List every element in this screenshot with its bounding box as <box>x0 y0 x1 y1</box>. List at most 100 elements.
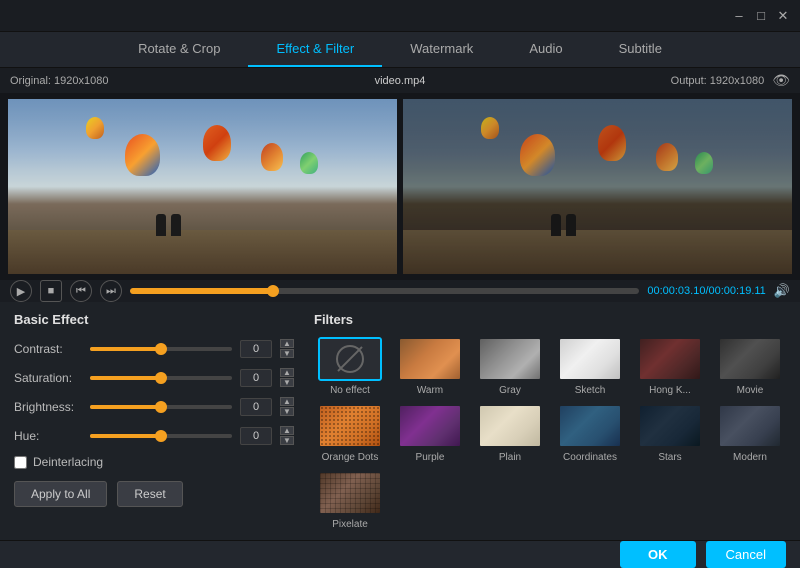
action-buttons: Apply to All Reset <box>14 481 294 507</box>
filter-name-warm: Warm <box>417 385 443 396</box>
filter-name-movie: Movie <box>737 385 764 396</box>
progress-thumb[interactable] <box>267 285 279 297</box>
filter-name-no-effect: No effect <box>330 385 370 396</box>
brightness-label: Brightness: <box>14 400 82 414</box>
original-label: Original: 1920x1080 <box>10 75 108 87</box>
stop-button[interactable]: ■ <box>40 280 62 302</box>
brightness-up[interactable]: ▲ <box>280 397 294 406</box>
filter-thumb-warm <box>398 337 462 381</box>
original-preview <box>8 99 397 274</box>
filter-thumb-pixelate <box>318 471 382 515</box>
filter-coordinates[interactable]: Coordinates <box>554 404 626 463</box>
balloon-3 <box>261 143 283 171</box>
playback-controls: ▶ ■ ⏮ ⏭ 00:00:03.10/00:00:19.11 🔊 <box>0 280 800 302</box>
saturation-down[interactable]: ▼ <box>280 378 294 387</box>
filter-thumb-sketch <box>558 337 622 381</box>
tab-rotate-crop[interactable]: Rotate & Crop <box>110 32 248 67</box>
hue-value[interactable] <box>240 427 272 445</box>
contrast-fill <box>90 347 161 351</box>
filter-name-modern: Modern <box>733 452 767 463</box>
filter-warm[interactable]: Warm <box>394 337 466 396</box>
tab-effect-filter[interactable]: Effect & Filter <box>248 32 382 67</box>
balloon-5 <box>86 117 104 139</box>
eye-icon[interactable]: 👁 <box>772 72 790 89</box>
brightness-row: Brightness: ▲ ▼ <box>14 397 294 416</box>
hue-up[interactable]: ▲ <box>280 426 294 435</box>
contrast-knob[interactable] <box>155 343 167 355</box>
saturation-value[interactable] <box>240 369 272 387</box>
output-preview <box>403 99 792 274</box>
brightness-value[interactable] <box>240 398 272 416</box>
filter-thumb-coordinates <box>558 404 622 448</box>
filter-name-stars: Stars <box>658 452 681 463</box>
bottom-bar: OK Cancel <box>0 540 800 568</box>
brightness-knob[interactable] <box>155 401 167 413</box>
title-bar: – □ ✕ <box>0 0 800 32</box>
saturation-knob[interactable] <box>155 372 167 384</box>
brightness-fill <box>90 405 161 409</box>
basic-effect-title: Basic Effect <box>14 312 294 327</box>
hue-slider[interactable] <box>90 434 232 438</box>
filter-thumb-hongkong <box>638 337 702 381</box>
filter-plain[interactable]: Plain <box>474 404 546 463</box>
no-effect-visual <box>320 339 380 379</box>
filter-stars[interactable]: Stars <box>634 404 706 463</box>
reset-button[interactable]: Reset <box>117 481 182 507</box>
brightness-spin: ▲ ▼ <box>280 397 294 416</box>
prev-button[interactable]: ⏮ <box>70 280 92 302</box>
brightness-down[interactable]: ▼ <box>280 407 294 416</box>
hue-down[interactable]: ▼ <box>280 436 294 445</box>
cancel-button[interactable]: Cancel <box>706 541 786 568</box>
balloon-2-out <box>598 125 626 161</box>
basic-effect-panel: Basic Effect Contrast: ▲ ▼ Saturation: <box>14 312 314 530</box>
bottom-panel: Basic Effect Contrast: ▲ ▼ Saturation: <box>0 302 800 540</box>
filter-movie[interactable]: Movie <box>714 337 786 396</box>
filename-label: video.mp4 <box>375 75 426 87</box>
progress-fill <box>130 288 273 294</box>
filter-thumb-plain <box>478 404 542 448</box>
filter-gray[interactable]: Gray <box>474 337 546 396</box>
filter-orange-dots[interactable]: Orange Dots <box>314 404 386 463</box>
saturation-slider[interactable] <box>90 376 232 380</box>
minimize-button[interactable]: – <box>730 7 748 25</box>
filter-purple[interactable]: Purple <box>394 404 466 463</box>
close-button[interactable]: ✕ <box>774 7 792 25</box>
original-scene <box>8 99 397 274</box>
tab-watermark[interactable]: Watermark <box>382 32 501 67</box>
volume-icon[interactable]: 🔊 <box>774 283 790 299</box>
tab-subtitle[interactable]: Subtitle <box>591 32 690 67</box>
main-content: Original: 1920x1080 video.mp4 Output: 19… <box>0 68 800 513</box>
ok-button[interactable]: OK <box>620 541 696 568</box>
preview-info-bar: Original: 1920x1080 video.mp4 Output: 19… <box>0 68 800 93</box>
apply-to-all-button[interactable]: Apply to All <box>14 481 107 507</box>
time-display: 00:00:03.10/00:00:19.11 <box>647 285 765 297</box>
hue-fill <box>90 434 161 438</box>
filter-modern[interactable]: Modern <box>714 404 786 463</box>
output-label: Output: 1920x1080 <box>671 75 765 87</box>
filter-name-coordinates: Coordinates <box>563 452 617 463</box>
hue-knob[interactable] <box>155 430 167 442</box>
saturation-fill <box>90 376 161 380</box>
filter-name-orange-dots: Orange Dots <box>322 452 379 463</box>
maximize-button[interactable]: □ <box>752 7 770 25</box>
filter-thumb-movie <box>718 337 782 381</box>
saturation-up[interactable]: ▲ <box>280 368 294 377</box>
filter-sketch[interactable]: Sketch <box>554 337 626 396</box>
filter-pixelate[interactable]: Pixelate <box>314 471 386 530</box>
play-button[interactable]: ▶ <box>10 280 32 302</box>
filter-name-hongkong: Hong K... <box>649 385 691 396</box>
deinterlace-checkbox[interactable] <box>14 456 27 469</box>
filter-name-plain: Plain <box>499 452 521 463</box>
filter-no-effect[interactable]: No effect <box>314 337 386 396</box>
contrast-value[interactable] <box>240 340 272 358</box>
contrast-slider[interactable] <box>90 347 232 351</box>
brightness-slider[interactable] <box>90 405 232 409</box>
saturation-label: Saturation: <box>14 371 82 385</box>
progress-bar[interactable] <box>130 288 639 294</box>
preview-videos <box>0 93 800 280</box>
tab-audio[interactable]: Audio <box>501 32 590 67</box>
contrast-up[interactable]: ▲ <box>280 339 294 348</box>
filter-hongkong[interactable]: Hong K... <box>634 337 706 396</box>
contrast-down[interactable]: ▼ <box>280 349 294 358</box>
next-button[interactable]: ⏭ <box>100 280 122 302</box>
